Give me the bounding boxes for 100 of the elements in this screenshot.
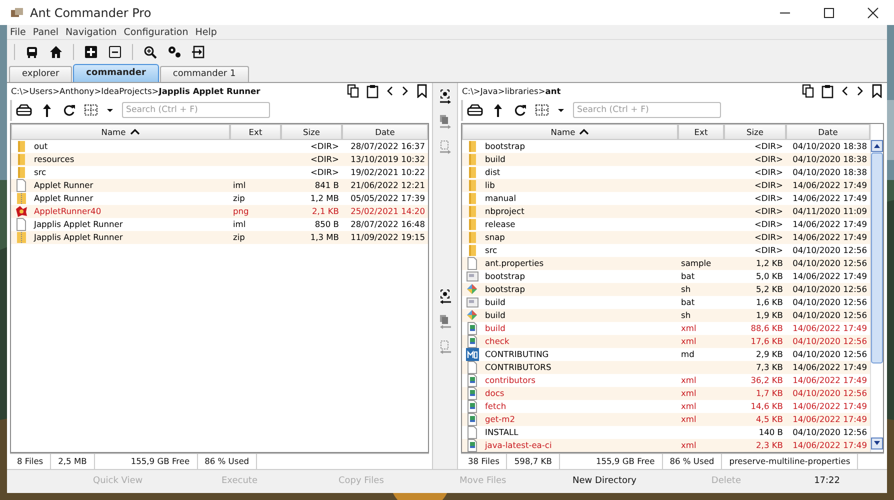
settings-icon[interactable] [167, 44, 181, 59]
forward-icon[interactable] [401, 85, 409, 98]
file-name[interactable]: bootstrap [485, 284, 526, 294]
folder-icon [466, 178, 479, 192]
path-breadcrumb[interactable]: C:\>Java>libraries>ant [462, 86, 795, 96]
caret-icon[interactable] [106, 106, 114, 114]
bus-icon[interactable] [25, 44, 39, 59]
column-header[interactable]: Ext [678, 124, 724, 140]
column-header[interactable]: Date [786, 124, 870, 140]
file-name[interactable]: Applet Runner [34, 193, 94, 204]
file-name[interactable]: java-latest-ea-ci [485, 440, 552, 450]
grid-icon[interactable] [84, 103, 98, 118]
drive-icon[interactable] [467, 103, 483, 118]
refresh-icon[interactable] [513, 103, 527, 118]
back-icon[interactable] [386, 85, 394, 98]
up-arrow-icon[interactable] [40, 102, 54, 118]
bookmark-icon[interactable] [871, 84, 883, 98]
status-text: 8 Files [10, 454, 52, 469]
file-name[interactable]: src [34, 167, 46, 178]
file-name[interactable]: fetch [485, 401, 506, 412]
copy-icon[interactable] [802, 84, 814, 98]
file-name[interactable]: build [485, 310, 506, 320]
file-name[interactable]: release [485, 219, 516, 230]
remove-icon[interactable] [108, 44, 122, 59]
column-header[interactable]: Date [342, 124, 428, 140]
file-date: 04/10/2020 12:56 [792, 258, 867, 268]
column-header[interactable]: Size [724, 124, 786, 140]
file-name[interactable]: manual [485, 193, 516, 204]
file-name[interactable]: Applet Runner [34, 180, 94, 190]
file-name[interactable]: build [485, 154, 506, 164]
file-name[interactable]: Japplis Applet Runner [34, 219, 123, 230]
zoom-icon[interactable] [143, 44, 157, 59]
home-icon[interactable] [49, 44, 63, 59]
file-name[interactable]: dist [485, 167, 500, 178]
file-size: 1,2 KB [756, 258, 783, 268]
file-name[interactable]: resources [34, 154, 74, 164]
column-header[interactable]: Ext [230, 124, 281, 140]
maximize-icon[interactable] [822, 6, 836, 20]
back-icon[interactable] [841, 85, 849, 98]
forward-icon[interactable] [856, 85, 864, 98]
menu-item[interactable]: Panel [32, 26, 59, 38]
search-field[interactable]: Search (Ctrl + F) [573, 102, 721, 118]
up-arrow-icon[interactable] [491, 102, 505, 118]
clipboard-left-icon[interactable] [438, 338, 452, 355]
focus-left-icon[interactable] [438, 288, 452, 305]
caret-icon[interactable] [557, 106, 565, 114]
path-breadcrumb[interactable]: C:\>Users>Anthony>IdeaProjects>Japplis Applet Runner [11, 86, 340, 96]
file-name[interactable]: get-m2 [485, 414, 515, 424]
file-name[interactable]: CONTRIBUTING [485, 349, 549, 360]
tab[interactable]: explorer [9, 66, 72, 82]
menu-item[interactable]: Configuration [124, 26, 188, 38]
scrollbar-drawing[interactable] [871, 140, 883, 450]
menu-item[interactable]: File [10, 26, 26, 38]
folder-icon [466, 244, 479, 257]
exit-icon[interactable] [191, 44, 205, 59]
focus-right-icon[interactable] [438, 88, 452, 105]
file-size: 36,2 KB [750, 375, 783, 386]
column-header[interactable]: Name [462, 124, 678, 140]
search-field[interactable]: Search (Ctrl + F) [122, 102, 270, 118]
file-name[interactable]: nbproject [485, 206, 524, 216]
copy-left-icon[interactable] [438, 314, 452, 330]
file-name[interactable]: lib [485, 180, 495, 190]
xml-file-icon [466, 374, 479, 387]
column-header[interactable]: Name [11, 124, 230, 140]
file-icon [466, 426, 479, 439]
file-name[interactable]: bootstrap [485, 271, 526, 282]
tab[interactable]: commander [73, 64, 159, 82]
file-name[interactable]: bootstrap [485, 141, 526, 152]
copy-right-icon[interactable] [438, 114, 452, 130]
file-name[interactable]: contributors [485, 375, 536, 386]
file-name[interactable]: check [485, 336, 510, 346]
file-name[interactable]: src [485, 245, 498, 256]
file-name[interactable]: build [485, 297, 506, 308]
menu-item[interactable]: Navigation [66, 26, 117, 38]
file-name[interactable]: INSTALL [485, 427, 518, 438]
file-name[interactable]: docs [485, 388, 504, 398]
bookmark-icon[interactable] [416, 84, 428, 98]
file-name[interactable]: CONTRIBUTORS [485, 362, 552, 372]
file-name[interactable]: build [485, 323, 506, 334]
file-date: 04/10/2020 12:56 [792, 349, 867, 360]
menu-item[interactable]: Help [195, 26, 217, 38]
copy-icon[interactable] [347, 84, 359, 98]
grid-icon[interactable] [535, 103, 549, 118]
file-extension: zip [233, 232, 245, 242]
add-icon[interactable] [84, 44, 98, 59]
clipboard-icon[interactable] [366, 84, 379, 99]
clipboard-right-icon[interactable] [438, 138, 452, 155]
column-header[interactable]: Size [281, 124, 342, 140]
file-size: <DIR> [754, 167, 783, 178]
tab[interactable]: commander 1 [160, 66, 249, 82]
function-key[interactable]: New Directory [544, 476, 666, 486]
file-name[interactable]: Japplis Applet Runner [34, 232, 123, 242]
drive-icon[interactable] [16, 103, 32, 118]
file-name[interactable]: AppletRunner40 [34, 206, 102, 216]
refresh-icon[interactable] [62, 103, 76, 118]
file-name[interactable]: out [34, 141, 48, 152]
file-name[interactable]: ant.properties [485, 258, 544, 268]
close-icon[interactable] [866, 6, 880, 20]
file-name[interactable]: snap [485, 232, 505, 242]
clipboard-icon[interactable] [821, 84, 834, 99]
